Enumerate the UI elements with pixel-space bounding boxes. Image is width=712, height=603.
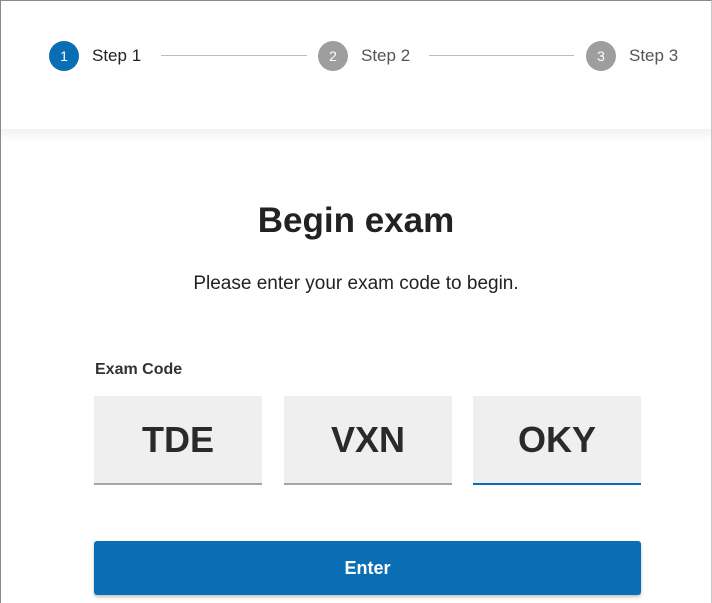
exam-code-label: Exam Code [95, 361, 183, 378]
enter-button[interactable]: Enter [94, 541, 641, 595]
step-2-label: Step 2 [361, 46, 411, 65]
stepper: 1 Step 1 2 Step 2 3 Step 3 [1, 1, 711, 129]
step-2: 2 Step 2 [318, 41, 410, 71]
step-3: 3 Step 3 [586, 41, 678, 71]
step-1-label: Step 1 [92, 46, 142, 65]
step-1: 1 Step 1 [49, 41, 141, 71]
exam-code-segment-2[interactable] [284, 396, 452, 485]
step-2-indicator: 2 [318, 41, 348, 71]
step-3-indicator: 3 [586, 41, 616, 71]
header-divider [1, 129, 711, 141]
instructions-text: Please enter your exam code to begin. [193, 273, 519, 294]
exam-code-segment-3[interactable] [473, 396, 641, 485]
exam-window: 1 Step 1 2 Step 2 3 Step 3 Begin exam Pl… [0, 0, 712, 603]
page-title: Begin exam [257, 201, 455, 240]
exam-code-segment-1[interactable] [94, 396, 262, 485]
step-1-indicator: 1 [49, 41, 79, 71]
step-3-label: Step 3 [629, 46, 679, 65]
step-connector-1 [161, 55, 307, 56]
step-connector-2 [429, 55, 574, 56]
